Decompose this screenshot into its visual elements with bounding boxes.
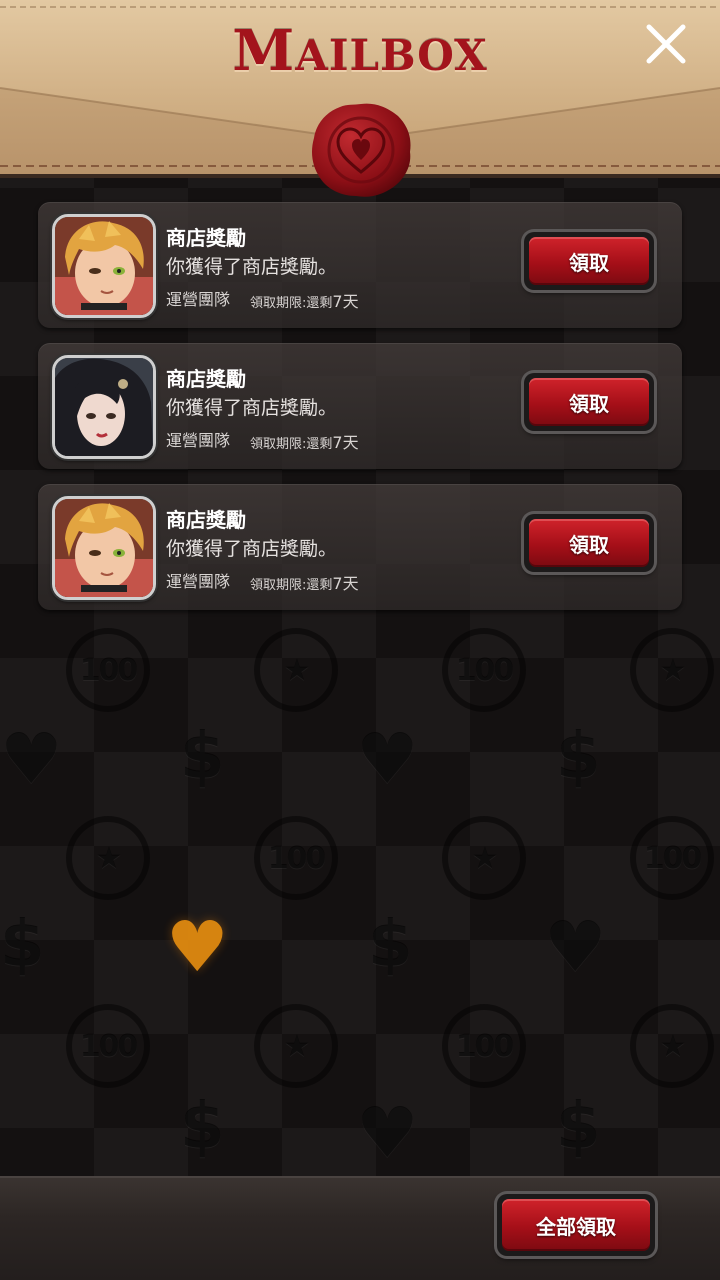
heart-decoration: ♥ bbox=[356, 1092, 419, 1174]
mail-sender: 運營團隊 bbox=[166, 290, 231, 309]
mailbox-header: MAILBOX bbox=[0, 0, 720, 197]
claim-button[interactable]: 領取 bbox=[524, 373, 654, 431]
mail-sender: 運營團隊 bbox=[166, 431, 231, 450]
mail-body: 你獲得了商店獎勵。 bbox=[166, 538, 338, 560]
star-coin-decoration: ★ bbox=[66, 816, 150, 900]
close-icon bbox=[646, 24, 686, 64]
star-coin-decoration: ★ bbox=[254, 628, 338, 712]
dollar-decoration: $ bbox=[180, 720, 225, 794]
dollar-decoration: $ bbox=[556, 1090, 601, 1164]
heart-decoration: ♥ bbox=[356, 718, 419, 800]
heart-decoration: ♥ bbox=[0, 718, 63, 800]
dollar-decoration: $ bbox=[180, 1090, 225, 1164]
coin-100-decoration: 100 bbox=[254, 816, 338, 900]
mail-item: 商店獎勵 你獲得了商店獎勵。 運營團隊 領取期限:還剩7天 領取 bbox=[38, 343, 682, 469]
blonde-character-portrait-icon bbox=[55, 217, 153, 315]
blonde-character-portrait-icon bbox=[55, 499, 153, 597]
mail-title: 商店獎勵 bbox=[166, 367, 246, 391]
heart-decoration: ♥ bbox=[544, 906, 607, 988]
close-button[interactable] bbox=[644, 22, 688, 66]
mail-list: 商店獎勵 你獲得了商店獎勵。 運營團隊 領取期限:還剩7天 領取 商店獎勵 你獲… bbox=[38, 202, 682, 625]
star-coin-decoration: ★ bbox=[254, 1004, 338, 1088]
sender-avatar bbox=[52, 214, 156, 318]
star-coin-decoration: ★ bbox=[442, 816, 526, 900]
mail-item: 商店獎勵 你獲得了商店獎勵。 運營團隊 領取期限:還剩7天 領取 bbox=[38, 484, 682, 610]
claim-all-label: 全部領取 bbox=[502, 1199, 650, 1251]
footer-bar: 全部領取 bbox=[0, 1176, 720, 1280]
dollar-decoration: $ bbox=[556, 720, 601, 794]
dollar-decoration: $ bbox=[0, 908, 45, 982]
mail-item: 商店獎勵 你獲得了商店獎勵。 運營團隊 領取期限:還剩7天 領取 bbox=[38, 202, 682, 328]
sender-avatar bbox=[52, 355, 156, 459]
claim-button[interactable]: 領取 bbox=[524, 232, 654, 290]
claim-button-label: 領取 bbox=[529, 237, 649, 285]
mail-expiry: 領取期限:還剩7天 bbox=[250, 574, 359, 593]
claim-button-label: 領取 bbox=[529, 378, 649, 426]
gold-heart-decoration: ♥ bbox=[166, 906, 229, 988]
sender-avatar bbox=[52, 496, 156, 600]
page-title: MAILBOX bbox=[232, 18, 488, 84]
mail-title: 商店獎勵 bbox=[166, 508, 246, 532]
star-coin-decoration: ★ bbox=[630, 628, 714, 712]
mail-sender: 運營團隊 bbox=[166, 572, 231, 591]
mail-expiry: 領取期限:還剩7天 bbox=[250, 433, 359, 452]
claim-button[interactable]: 領取 bbox=[524, 514, 654, 572]
coin-100-decoration: 100 bbox=[66, 628, 150, 712]
claim-all-button[interactable]: 全部領取 bbox=[497, 1194, 655, 1256]
claim-button-label: 領取 bbox=[529, 519, 649, 567]
star-coin-decoration: ★ bbox=[630, 1004, 714, 1088]
mail-title: 商店獎勵 bbox=[166, 226, 246, 250]
coin-100-decoration: 100 bbox=[442, 628, 526, 712]
coin-100-decoration: 100 bbox=[442, 1004, 526, 1088]
coin-100-decoration: 100 bbox=[66, 1004, 150, 1088]
dark-haired-character-portrait-icon bbox=[55, 358, 153, 456]
mail-body: 你獲得了商店獎勵。 bbox=[166, 256, 338, 278]
coin-100-decoration: 100 bbox=[630, 816, 714, 900]
dollar-decoration: $ bbox=[368, 908, 413, 982]
wax-seal-heart-icon bbox=[308, 100, 414, 200]
mail-body: 你獲得了商店獎勵。 bbox=[166, 397, 338, 419]
mailbox-screen: 100 100 100 100 100 100 ★ ★ ★ ★ ★ ★ $ $ … bbox=[0, 0, 720, 1280]
mail-expiry: 領取期限:還剩7天 bbox=[250, 292, 359, 311]
